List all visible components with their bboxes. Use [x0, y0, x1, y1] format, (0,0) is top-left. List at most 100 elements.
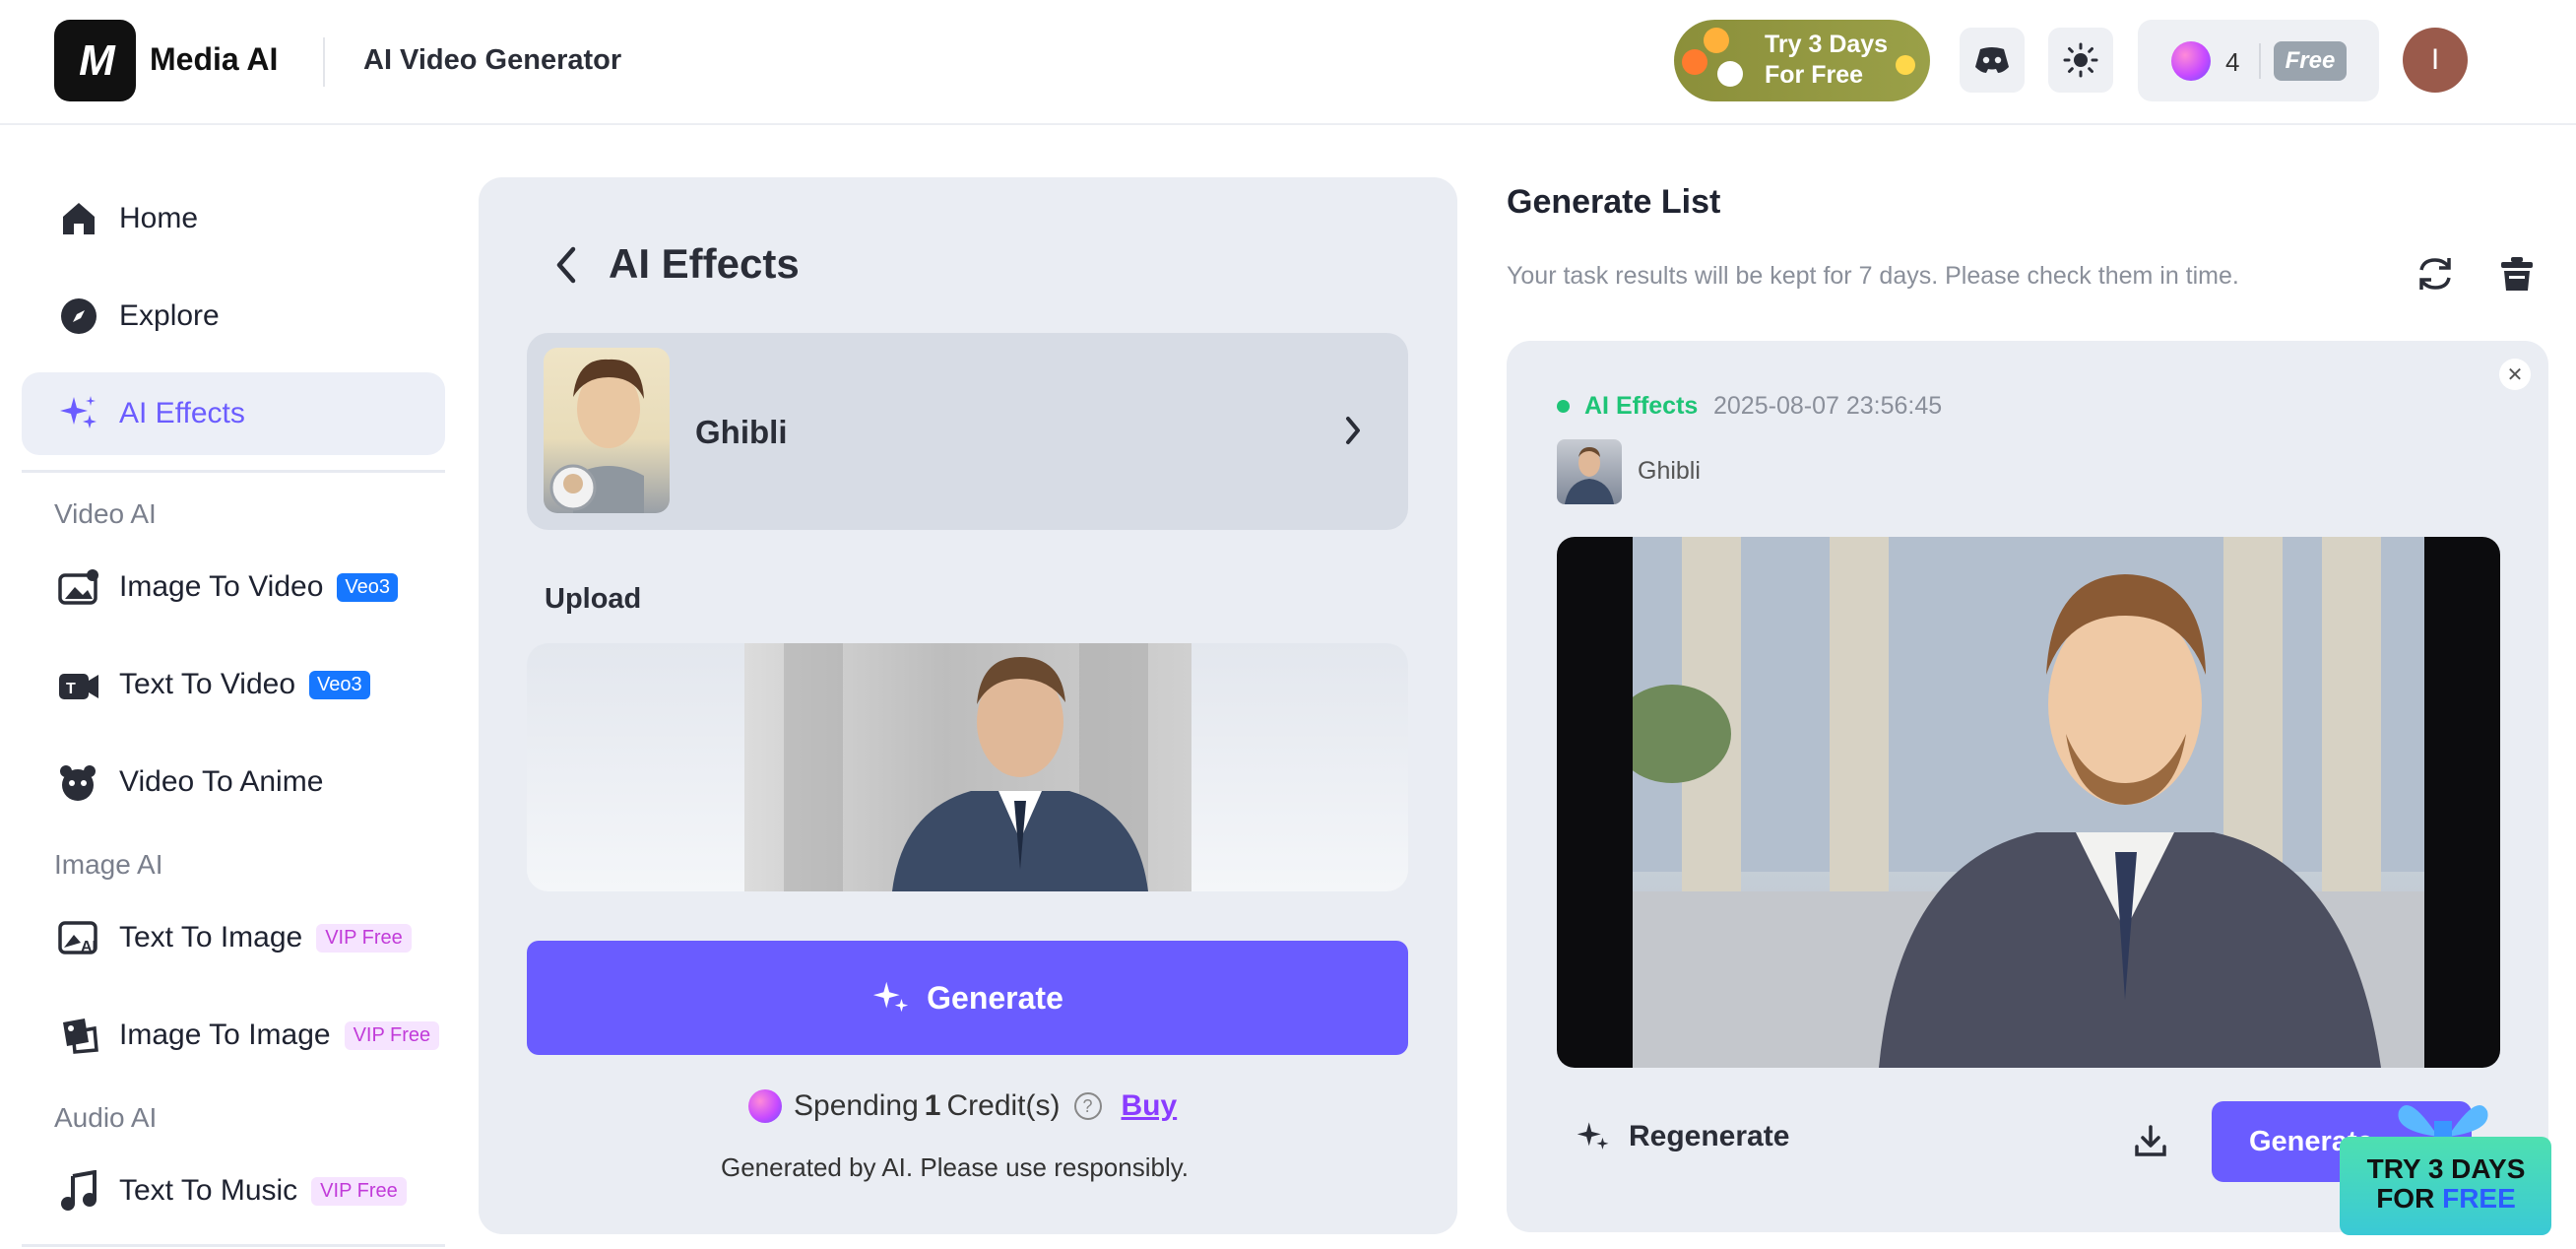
top-header: M Media AI AI Video Generator Try 3 Days… — [0, 0, 2576, 125]
svg-text:T: T — [66, 681, 76, 697]
upload-dropzone[interactable] — [527, 643, 1408, 891]
music-note-icon — [56, 1168, 101, 1214]
flower-icon — [1717, 61, 1743, 87]
ghibli-result-frame — [1633, 537, 2424, 1068]
sidebar-item-image-to-video[interactable]: Image To Video Veo3 — [22, 546, 445, 628]
uploaded-photo — [744, 643, 1191, 891]
task-source-thumbnail — [1557, 439, 1622, 504]
clear-all-button[interactable] — [2497, 254, 2537, 298]
section-title-image-ai: Image AI — [54, 849, 163, 880]
page-name: AI Video Generator — [363, 44, 622, 76]
gift-line-2a: FOR — [2376, 1183, 2435, 1214]
spending-prefix: Spending — [794, 1089, 919, 1122]
sidebar-item-label: Text To Music — [119, 1174, 298, 1207]
upload-label: Upload — [545, 583, 642, 615]
vip-free-badge: VIP Free — [344, 1020, 440, 1050]
sidebar-item-label: AI Effects — [119, 397, 245, 429]
veo3-badge: Veo3 — [337, 572, 398, 602]
section-title-audio-ai: Audio AI — [54, 1102, 158, 1133]
sidebar-item-text-to-music[interactable]: Text To Music VIP Free — [22, 1150, 445, 1232]
regenerate-button[interactable]: Regenerate — [1576, 1119, 1789, 1154]
sidebar-item-label: Image To Image — [119, 1019, 331, 1051]
credit-count: 4 — [2225, 47, 2240, 77]
ai-disclaimer: Generated by AI. Please use responsibly. — [721, 1152, 1190, 1182]
sidebar-item-home[interactable]: Home — [22, 177, 445, 260]
refresh-icon — [2419, 258, 2451, 290]
task-effect-name: Ghibli — [1638, 457, 1701, 485]
app-logo[interactable]: M — [54, 20, 136, 101]
back-button[interactable] — [551, 243, 581, 292]
svg-text:AI: AI — [81, 939, 97, 955]
ghibli-effect-thumbnail — [544, 348, 670, 513]
gift-line-2b: FREE — [2442, 1183, 2516, 1214]
theme-toggle-button[interactable] — [2048, 28, 2113, 93]
veo3-badge: Veo3 — [309, 670, 370, 699]
sidebar-divider — [22, 1244, 445, 1247]
sidebar-item-ai-effects[interactable]: AI Effects — [22, 372, 445, 455]
chevron-left-icon — [556, 246, 576, 284]
close-icon[interactable]: ✕ — [2499, 359, 2531, 390]
download-icon — [2135, 1125, 2166, 1156]
sparkle-icon — [56, 391, 101, 436]
flower-icon — [1896, 55, 1915, 75]
help-icon[interactable]: ? — [1073, 1092, 1102, 1120]
sidebar-item-label: Text To Video — [119, 668, 296, 700]
credits-widget[interactable]: 4 Free — [2138, 20, 2379, 101]
user-avatar[interactable]: I — [2403, 28, 2468, 93]
promo-line-1: Try 3 Days — [1765, 31, 1889, 58]
free-trial-banner[interactable]: Try 3 Days For Free — [1674, 20, 1930, 101]
free-trial-gift-widget[interactable]: TRY 3 DAYS FOR FREE — [2340, 1082, 2551, 1235]
download-button[interactable] — [2133, 1123, 2168, 1163]
section-title-video-ai: Video AI — [54, 498, 157, 529]
flower-icon — [1682, 49, 1707, 75]
sidebar-item-label: Home — [119, 202, 199, 234]
compass-icon — [56, 294, 101, 339]
anime-face-icon — [56, 759, 101, 805]
buy-link[interactable]: Buy — [1122, 1089, 1178, 1123]
chevron-right-icon — [1343, 414, 1363, 452]
regenerate-label: Regenerate — [1629, 1120, 1790, 1152]
panel-title: AI Effects — [609, 240, 800, 287]
header-divider — [323, 37, 325, 87]
brand-name: Media AI — [150, 41, 279, 77]
status-dot — [1557, 400, 1570, 413]
vip-free-badge: VIP Free — [311, 1176, 407, 1206]
sidebar-item-label: Image To Video — [119, 570, 324, 603]
generate-list-title: Generate List — [1507, 183, 1721, 221]
discord-button[interactable] — [1960, 28, 2025, 93]
sidebar-item-label: Text To Image — [119, 921, 303, 953]
sidebar-item-explore[interactable]: Explore — [22, 275, 445, 358]
effect-name: Ghibli — [695, 414, 788, 450]
sidebar-item-label: Explore — [119, 299, 220, 332]
flower-icon — [1704, 28, 1729, 53]
credit-gem-icon — [2171, 41, 2211, 81]
result-video[interactable] — [1557, 537, 2500, 1068]
text-image-icon: AI — [56, 915, 101, 960]
sparkle-icon — [1577, 1122, 1609, 1150]
sidebar-item-text-to-image[interactable]: AI Text To Image VIP Free — [22, 896, 445, 979]
sparkle-icon — [873, 981, 909, 1013]
promo-line-2: For Free — [1765, 61, 1864, 89]
refresh-button[interactable] — [2415, 254, 2455, 298]
task-type: AI Effects — [1584, 392, 1699, 420]
vip-free-badge: VIP Free — [316, 923, 412, 953]
task-timestamp: 2025-08-07 23:56:45 — [1713, 392, 1943, 420]
gift-line-1: TRY 3 DAYS — [2366, 1153, 2526, 1184]
discord-icon — [1975, 47, 2009, 73]
generate-button[interactable]: Generate — [527, 941, 1408, 1055]
sidebar-item-video-to-anime[interactable]: Video To Anime — [22, 741, 445, 823]
sidebar-item-label: Video To Anime — [119, 765, 324, 798]
home-icon — [56, 196, 101, 241]
plan-badge: Free — [2274, 41, 2347, 81]
spending-suffix: Credit(s) — [946, 1089, 1061, 1122]
sun-icon — [2063, 42, 2098, 78]
credit-cost-info: Spending 1 Credit(s) ? Buy — [748, 1089, 1177, 1123]
sidebar-item-image-to-image[interactable]: Image To Image VIP Free — [22, 994, 445, 1077]
generate-label: Generate — [927, 979, 1063, 1016]
credit-gem-icon — [748, 1089, 782, 1123]
trash-icon — [2501, 257, 2533, 291]
sidebar-item-text-to-video[interactable]: T Text To Video Veo3 — [22, 643, 445, 726]
image-image-icon — [56, 1013, 101, 1058]
text-video-icon: T — [56, 662, 101, 707]
sidebar-divider — [22, 470, 445, 473]
